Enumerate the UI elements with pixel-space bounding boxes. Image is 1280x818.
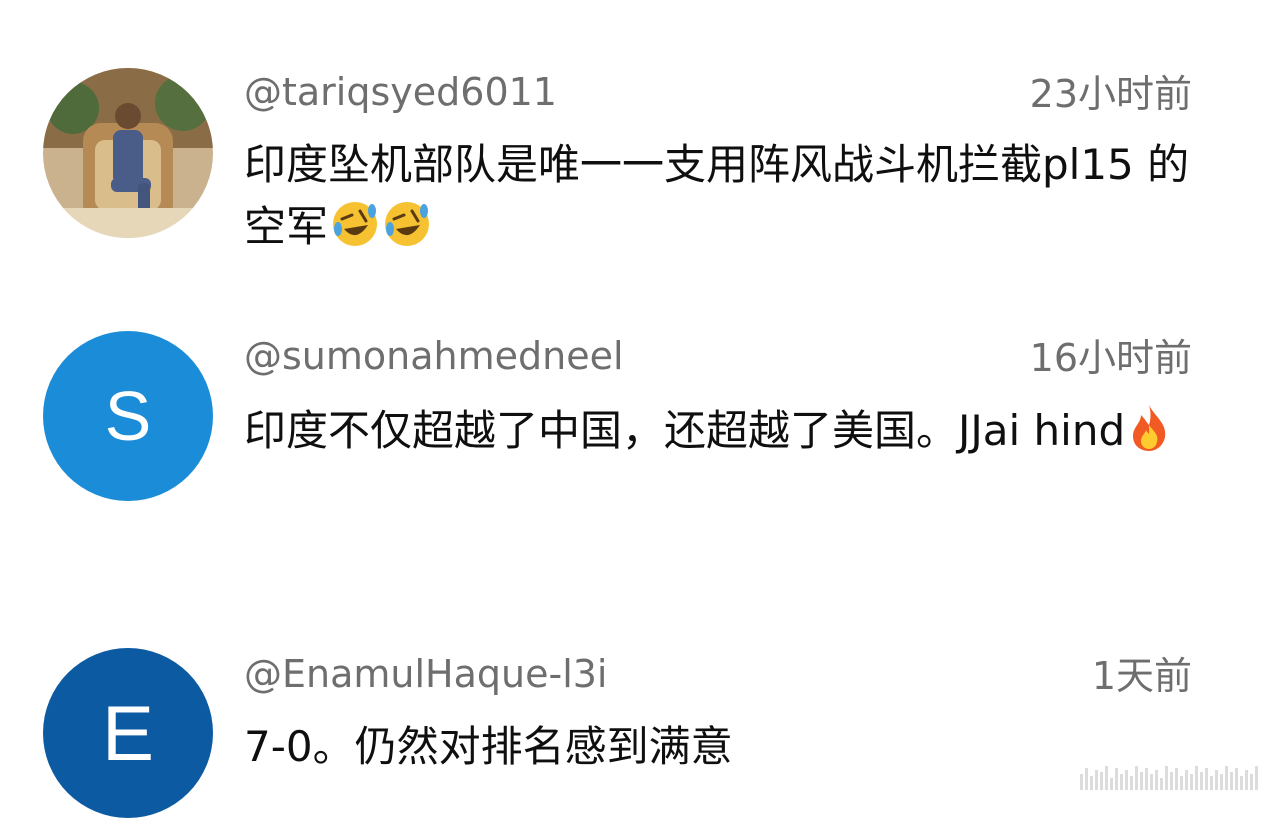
comment-text-container: 7-0。仍然对排名感到满意 (244, 716, 1204, 778)
comment-item: @tariqsyed6011 23小时前 印度坠机部队是唯一一支用阵风战斗机拦截… (0, 0, 1280, 290)
avatar[interactable] (43, 68, 213, 238)
comment-timestamp: 16小时前 (1029, 336, 1192, 380)
avatar[interactable]: S (43, 331, 213, 501)
comment-text: 7-0。仍然对排名感到满意 (244, 722, 733, 771)
comment-text-container: 印度坠机部队是唯一一支用阵风战斗机拦截pl15 的空军 (244, 134, 1204, 266)
comment-text: 印度不仅超越了中国，还超越了美国。JJai hind (244, 406, 1126, 455)
rolling-on-floor-laughing-emoji-icon (382, 199, 432, 266)
comment-author-handle[interactable]: @EnamulHaque-l3i (244, 652, 608, 696)
rolling-on-floor-laughing-emoji-icon (330, 199, 380, 266)
fire-emoji-icon (1127, 403, 1171, 470)
avatar-letter: S (104, 377, 152, 455)
avatar[interactable]: E (43, 648, 213, 818)
comment-timestamp: 1天前 (1091, 654, 1192, 698)
watermark (1080, 766, 1258, 790)
comment-timestamp: 23小时前 (1029, 72, 1192, 116)
comment-author-handle[interactable]: @sumonahmedneel (244, 334, 624, 378)
comment-author-handle[interactable]: @tariqsyed6011 (244, 70, 557, 114)
comment-item: S @sumonahmedneel 16小时前 印度不仅超越了中国，还超越了美国… (0, 290, 1280, 590)
avatar-photo (43, 68, 213, 238)
comment-text-container: 印度不仅超越了中国，还超越了美国。JJai hind (244, 400, 1194, 470)
avatar-letter: E (101, 688, 155, 777)
